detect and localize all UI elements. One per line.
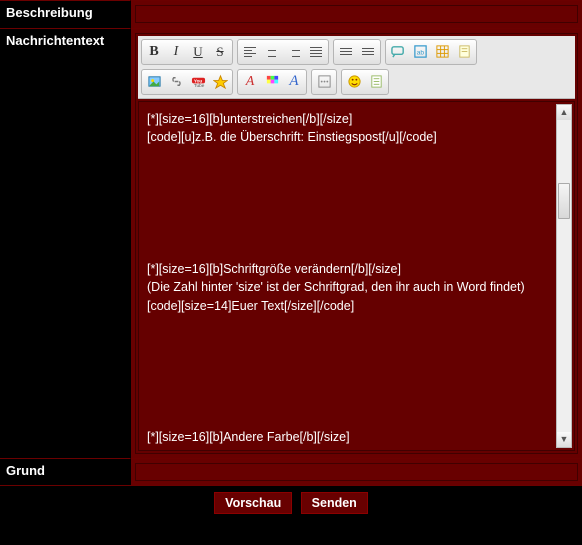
input-grund[interactable]: [135, 463, 578, 481]
scroll-thumb[interactable]: [558, 183, 570, 219]
font-color-button[interactable]: A: [239, 71, 261, 93]
preview-button[interactable]: Vorschau: [214, 492, 292, 514]
list-unordered-button[interactable]: [357, 41, 379, 63]
link-button[interactable]: [165, 71, 187, 93]
emoji-button[interactable]: [343, 71, 365, 93]
label-nachrichtentext: Nachrichtentext: [0, 28, 130, 458]
align-right-button[interactable]: [283, 41, 305, 63]
media-button[interactable]: [209, 71, 231, 93]
editor-toolbar: B I U S: [138, 36, 575, 99]
align-justify-button[interactable]: [305, 41, 327, 63]
submit-button[interactable]: Senden: [301, 492, 368, 514]
editor-container: B I U S: [135, 33, 578, 454]
list-ordered-button[interactable]: [335, 41, 357, 63]
source-button[interactable]: [365, 71, 387, 93]
svg-text:ab: ab: [416, 49, 424, 56]
strike-button[interactable]: S: [209, 41, 231, 63]
quote-button[interactable]: [387, 41, 409, 63]
image-button[interactable]: [143, 71, 165, 93]
font-size-button[interactable]: A: [283, 71, 305, 93]
youtube-button[interactable]: YouTube: [187, 71, 209, 93]
italic-button[interactable]: I: [165, 41, 187, 63]
align-center-button[interactable]: [261, 41, 283, 63]
scroll-down-icon[interactable]: ▼: [557, 432, 571, 447]
bg-color-button[interactable]: [261, 71, 283, 93]
label-beschreibung: Beschreibung: [0, 0, 130, 28]
label-grund: Grund: [0, 458, 130, 486]
more-button[interactable]: [313, 71, 335, 93]
code-button[interactable]: ab: [409, 41, 431, 63]
underline-button[interactable]: U: [187, 41, 209, 63]
scroll-up-icon[interactable]: ▲: [557, 105, 571, 120]
table-button[interactable]: [431, 41, 453, 63]
bold-button[interactable]: B: [143, 41, 165, 63]
editor-scrollbar[interactable]: ▲ ▼: [556, 104, 572, 448]
input-beschreibung[interactable]: [135, 5, 578, 23]
svg-text:Tube: Tube: [193, 83, 204, 88]
editor-area: [*][size=16][b]unterstreichen[/b][/size]…: [138, 101, 575, 451]
align-left-button[interactable]: [239, 41, 261, 63]
note-button[interactable]: [453, 41, 475, 63]
editor-content[interactable]: [*][size=16][b]unterstreichen[/b][/size]…: [139, 102, 574, 450]
